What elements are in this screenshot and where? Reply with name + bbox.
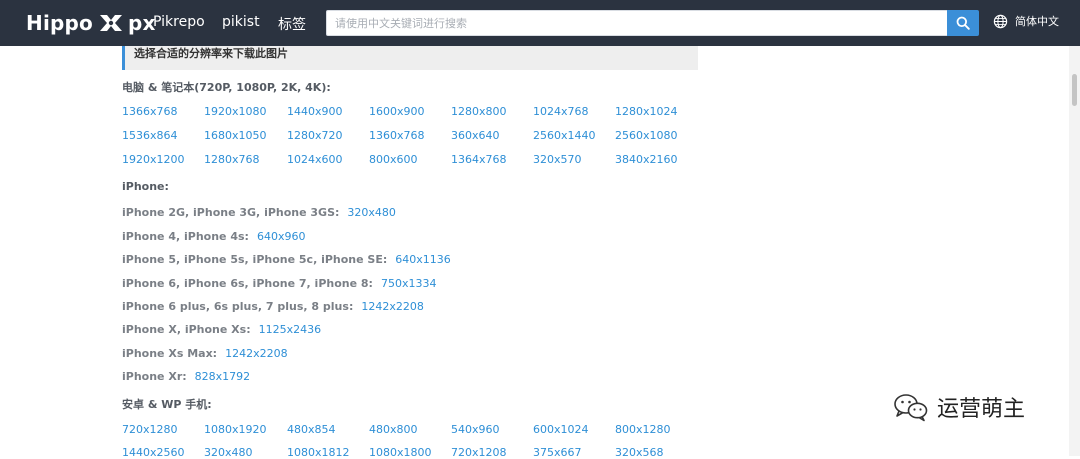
download-resolution-banner: 选择合适的分辨率来下载此图片 [122,46,698,70]
resolution-link[interactable]: 640x1136 [395,253,451,266]
resolution-link[interactable]: 375x667 [533,446,582,459]
resolution-link[interactable]: 1280x1024 [615,105,678,118]
device-label: iPhone Xs Max: [122,347,218,360]
resolution-link[interactable]: 1242x2208 [225,347,288,360]
resolution-link[interactable]: 1242x2208 [361,300,424,313]
resolution-link[interactable]: 640x960 [257,230,306,243]
search-input[interactable] [326,10,948,36]
resolution-link[interactable]: 1360x768 [369,129,425,142]
resolution-link[interactable]: 1080x1800 [369,446,432,459]
resolution-link[interactable]: 1920x1080 [204,105,267,118]
resolution-link[interactable]: 1440x900 [287,105,343,118]
iphone-resolution-row: iPhone 2G, iPhone 3G, iPhone 3GS: 320x480 [122,206,396,219]
resolution-link[interactable]: 1280x768 [204,153,260,166]
top-navbar: Hippo px Pikrepo pikist 标签 简体中文 [0,0,1080,46]
device-label: iPhone 6, iPhone 6s, iPhone 7, iPhone 8: [122,277,373,290]
resolution-link[interactable]: 2560x1080 [615,129,678,142]
resolution-link[interactable]: 540x960 [451,423,500,436]
resolution-link[interactable]: 1280x800 [451,105,507,118]
iphone-resolution-row: iPhone Xr: 828x1792 [122,370,250,383]
device-label: iPhone 6 plus, 6s plus, 7 plus, 8 plus: [122,300,354,313]
globe-icon [993,14,1008,28]
resolution-link[interactable]: 1024x768 [533,105,589,118]
resolution-link[interactable]: 360x640 [451,129,500,142]
resolution-link[interactable]: 1364x768 [451,153,507,166]
resolution-link[interactable]: 1080x1920 [204,423,267,436]
iphone-resolution-row: iPhone Xs Max: 1242x2208 [122,347,288,360]
resolution-link[interactable]: 750x1334 [381,277,437,290]
android-section-title: 安卓 & WP 手机: [122,398,212,411]
resolution-link[interactable]: 1280x720 [287,129,343,142]
resolution-link[interactable]: 1680x1050 [204,129,267,142]
iphone-section-title: iPhone: [122,180,169,193]
resolution-link[interactable]: 1920x1200 [122,153,185,166]
resolution-link[interactable]: 480x854 [287,423,336,436]
wechat-icon [894,394,928,422]
computer-section-title: 电脑 & 笔记本(720P, 1080P, 2K, 4K): [122,81,331,94]
resolution-link[interactable]: 720x1208 [451,446,507,459]
resolution-link[interactable]: 1024x600 [287,153,343,166]
device-label: iPhone X, iPhone Xs: [122,323,251,336]
resolution-link[interactable]: 320x568 [615,446,664,459]
watermark-text: 运营萌主 [937,397,1026,422]
resolution-link[interactable]: 1600x900 [369,105,425,118]
nav-pikrepo[interactable]: Pikrepo [153,14,205,30]
logo-text-left: Hippo [26,11,93,35]
resolution-link[interactable]: 800x600 [369,153,418,166]
search-button[interactable] [947,10,979,36]
resolution-link[interactable]: 320x480 [204,446,253,459]
logo-text-right: px [127,11,156,35]
page-scrollbar[interactable] [1069,46,1080,456]
resolution-link[interactable]: 720x1280 [122,423,178,436]
device-label: iPhone 5, iPhone 5s, iPhone 5c, iPhone S… [122,253,388,266]
language-selector[interactable]: 简体中文 [993,13,1059,29]
device-label: iPhone 2G, iPhone 3G, iPhone 3GS: [122,206,340,219]
resolution-link[interactable]: 3840x2160 [615,153,678,166]
device-label: iPhone Xr: [122,370,187,383]
resolution-link[interactable]: 480x800 [369,423,418,436]
resolution-link[interactable]: 600x1024 [533,423,589,436]
resolution-link[interactable]: 1125x2436 [259,323,322,336]
resolution-link[interactable]: 828x1792 [195,370,251,383]
iphone-resolution-row: iPhone 4, iPhone 4s: 640x960 [122,230,305,243]
nav-pikist[interactable]: pikist [222,14,260,30]
resolution-link[interactable]: 1080x1812 [287,446,350,459]
resolution-link[interactable]: 1536x864 [122,129,178,142]
device-label: iPhone 4, iPhone 4s: [122,230,249,243]
iphone-resolution-row: iPhone 5, iPhone 5s, iPhone 5c, iPhone S… [122,253,451,266]
scrollbar-thumb[interactable] [1072,74,1077,106]
hippo-logo-icon [99,15,122,31]
resolution-link[interactable]: 1440x2560 [122,446,185,459]
language-label: 简体中文 [1015,15,1059,28]
wechat-watermark: 运营萌主 [893,391,1025,423]
nav-tags[interactable]: 标签 [278,14,306,34]
resolution-link[interactable]: 320x480 [347,206,396,219]
search-icon [956,16,970,30]
iphone-resolution-row: iPhone 6 plus, 6s plus, 7 plus, 8 plus: 1… [122,300,424,313]
iphone-resolution-row: iPhone 6, iPhone 6s, iPhone 7, iPhone 8:… [122,277,436,290]
resolution-link[interactable]: 1366x768 [122,105,178,118]
iphone-resolution-row: iPhone X, iPhone Xs: 1125x2436 [122,323,321,336]
resolution-link[interactable]: 2560x1440 [533,129,596,142]
resolution-link[interactable]: 320x570 [533,153,582,166]
resolution-link[interactable]: 800x1280 [615,423,671,436]
site-logo[interactable]: Hippo px [26,9,156,37]
